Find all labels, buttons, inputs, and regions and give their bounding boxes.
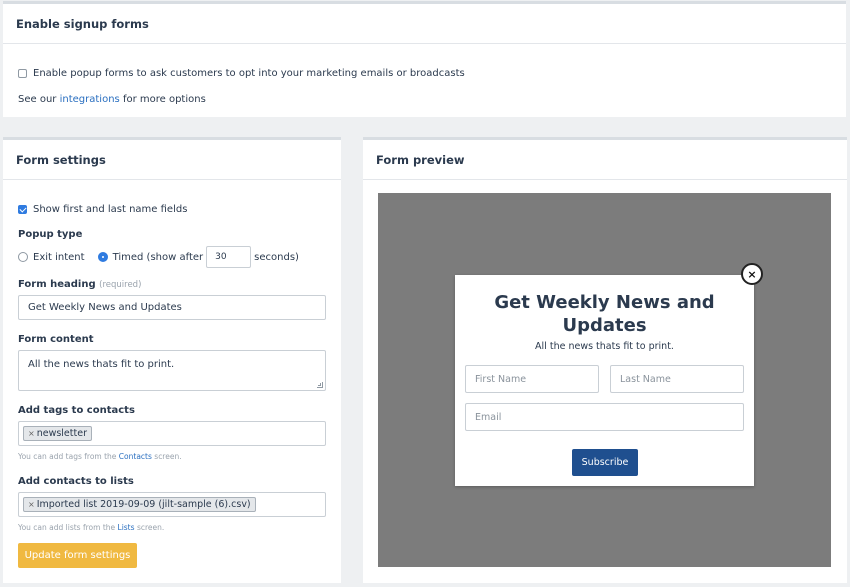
required-indicator: (required)	[99, 280, 142, 290]
popup-type-options: Exit intent Timed (show after 30 seconds…	[18, 246, 299, 268]
signup-forms-panel: Enable signup forms Enable popup forms t…	[3, 1, 846, 117]
timed-seconds-input[interactable]: 30	[206, 246, 252, 268]
more-options-text: for more options	[122, 94, 206, 105]
show-names-checkbox[interactable]	[18, 205, 27, 214]
modal-heading: Get Weekly News and Updates	[494, 292, 715, 336]
form-preview-panel: Form preview Get Weekly News and Updates…	[363, 137, 847, 583]
see-our-text: See our	[18, 94, 57, 105]
seconds-label: seconds)	[254, 251, 299, 263]
enable-popup-label: Enable popup forms to ask customers to o…	[33, 68, 465, 79]
form-preview-title: Form preview	[363, 140, 847, 180]
integrations-link[interactable]: integrations	[60, 94, 120, 105]
popup-type-label: Popup type	[18, 229, 83, 240]
list-chip[interactable]: × Imported list 2019-09-09 (jilt-sample …	[23, 497, 256, 512]
popup-modal: Get Weekly News and Updates All the news…	[455, 275, 754, 486]
tags-hint-pre: You can add tags from the	[18, 452, 117, 461]
form-content-label: Form content	[18, 334, 94, 345]
lists-label: Add contacts to lists	[18, 476, 134, 487]
close-icon[interactable]: ×	[741, 263, 763, 285]
tag-chip-label: newsletter	[36, 428, 87, 439]
enable-popup-row[interactable]: Enable popup forms to ask customers to o…	[18, 68, 465, 79]
contacts-link[interactable]: Contacts	[119, 452, 152, 461]
lists-link[interactable]: Lists	[118, 523, 135, 532]
lists-hint-pre: You can add lists from the	[18, 523, 116, 532]
form-content-text: All the news thats fit to print.	[28, 359, 175, 370]
form-heading-input[interactable]: Get Weekly News and Updates	[18, 295, 326, 320]
preview-backdrop: Get Weekly News and Updates All the news…	[378, 193, 831, 567]
form-content-textarea[interactable]: All the news thats fit to print.	[18, 350, 326, 391]
form-heading-label-text: Form heading	[18, 279, 96, 290]
remove-tag-icon[interactable]: ×	[28, 429, 35, 438]
update-form-settings-button[interactable]: Update form settings	[18, 543, 137, 568]
form-heading-label: Form heading (required)	[18, 279, 141, 290]
tag-chip[interactable]: × newsletter	[23, 426, 92, 441]
form-settings-panel: Form settings Show first and last name f…	[3, 137, 341, 583]
lists-hint: You can add lists from the Lists screen.	[18, 523, 164, 532]
signup-forms-title: Enable signup forms	[3, 4, 846, 44]
show-names-label: Show first and last name fields	[33, 204, 188, 215]
show-names-row[interactable]: Show first and last name fields	[18, 204, 187, 215]
tags-label: Add tags to contacts	[18, 405, 135, 416]
exit-intent-radio[interactable]	[18, 252, 28, 262]
modal-content: All the news thats fit to print.	[535, 341, 674, 352]
form-settings-title: Form settings	[3, 140, 341, 180]
lists-hint-post: screen.	[136, 523, 165, 532]
timed-radio[interactable]	[97, 252, 108, 262]
tags-hint-post: screen.	[154, 452, 182, 461]
exit-intent-label: Exit intent	[33, 251, 85, 263]
email-field[interactable]: Email	[465, 403, 744, 431]
tags-hint: You can add tags from the Contacts scree…	[18, 452, 182, 461]
timed-label: Timed (show after	[112, 251, 204, 263]
subscribe-button[interactable]: Subscribe	[572, 449, 638, 476]
last-name-field[interactable]: Last Name	[610, 365, 744, 393]
integrations-line: See our integrations for more options	[18, 94, 206, 105]
tags-input[interactable]: × newsletter	[18, 421, 326, 446]
remove-list-icon[interactable]: ×	[28, 500, 35, 509]
list-chip-label: Imported list 2019-09-09 (jilt-sample (6…	[36, 499, 251, 510]
enable-popup-checkbox[interactable]	[18, 69, 27, 78]
resize-handle-icon[interactable]	[317, 382, 323, 388]
first-name-field[interactable]: First Name	[465, 365, 599, 393]
lists-input[interactable]: × Imported list 2019-09-09 (jilt-sample …	[18, 492, 326, 517]
